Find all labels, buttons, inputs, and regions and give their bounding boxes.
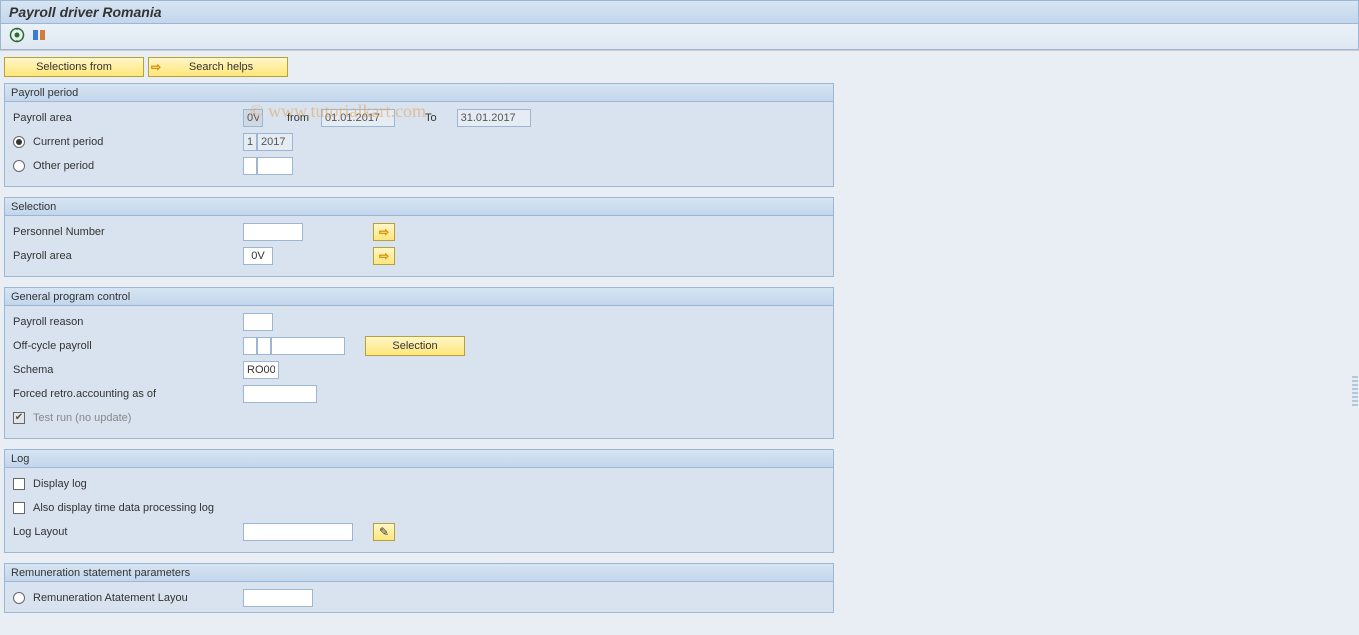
remun-layout-option[interactable]: Remuneration Atatement Layou [13,592,243,604]
group-payroll-period: Payroll period Payroll area from To Curr… [4,83,834,187]
schema-input[interactable] [243,361,279,379]
arrow-right-icon: ⇨ [379,249,389,263]
current-period-year [257,133,293,151]
group-log: Log Display log Also display time data p… [4,449,834,553]
payroll-reason-label: Payroll reason [13,316,243,328]
other-period-radio[interactable] [13,160,25,172]
personnel-number-label: Personnel Number [13,226,243,238]
log-layout-input[interactable] [243,523,353,541]
also-display-checkbox[interactable] [13,502,25,514]
display-log-checkbox[interactable] [13,478,25,490]
execute-icon[interactable] [9,27,25,46]
search-helps-label: Search helps [161,61,281,73]
remun-layout-input[interactable] [243,589,313,607]
search-helps-button[interactable]: ⇨ Search helps [148,57,288,77]
personnel-number-input[interactable] [243,223,303,241]
schema-label: Schema [13,364,243,376]
log-layout-edit-button[interactable]: ✎ [373,523,395,541]
scroll-grip[interactable] [1352,376,1358,406]
content-area: © www.tutorialkart.com Selections from ⇨… [0,51,1359,635]
selection-payroll-area-input[interactable] [243,247,273,265]
payroll-area-label: Payroll area [13,112,243,124]
remuneration-header-label: Remuneration statement parameters [11,567,190,579]
app-toolbar [0,24,1359,50]
remun-layout-label: Remuneration Atatement Layou [33,592,188,604]
log-header-label: Log [11,453,29,465]
payroll-area-input[interactable] [243,109,263,127]
offcycle-input-2[interactable] [257,337,271,355]
offcycle-input-3[interactable] [271,337,345,355]
group-header-payroll-period: Payroll period [5,84,833,102]
payroll-period-header-label: Payroll period [11,87,78,99]
selection-header-label: Selection [11,201,56,213]
other-period-option[interactable]: Other period [13,160,243,172]
group-general: General program control Payroll reason O… [4,287,834,439]
offcycle-selection-button[interactable]: Selection [365,336,465,356]
other-period-year[interactable] [257,157,293,175]
from-date-input [321,109,395,127]
offcycle-label: Off-cycle payroll [13,340,243,352]
log-layout-label: Log Layout [13,526,243,538]
current-period-label: Current period [33,136,103,148]
page-title-bar: Payroll driver Romania [0,0,1359,24]
current-period-radio[interactable] [13,136,25,148]
to-date-input [457,109,531,127]
forced-retro-label: Forced retro.accounting as of [13,388,243,400]
forced-retro-input[interactable] [243,385,317,403]
other-period-num[interactable] [243,157,257,175]
test-run-label: Test run (no update) [33,412,131,424]
current-period-num [243,133,257,151]
display-log-option[interactable]: Display log [13,478,243,490]
remun-layout-radio[interactable] [13,592,25,604]
group-header-log: Log [5,450,833,468]
general-header-label: General program control [11,291,130,303]
group-selection: Selection Personnel Number ⇨ Payroll are… [4,197,834,277]
page-title: Payroll driver Romania [9,4,162,20]
to-label: To [425,112,437,124]
pencil-icon: ✎ [379,525,389,539]
action-row: Selections from ⇨ Search helps [4,57,1355,77]
other-period-label: Other period [33,160,94,172]
group-header-remuneration: Remuneration statement parameters [5,564,833,582]
payroll-area-multi-button[interactable]: ⇨ [373,247,395,265]
from-label: from [287,112,309,124]
group-remuneration: Remuneration statement parameters Remune… [4,563,834,613]
personnel-number-multi-button[interactable]: ⇨ [373,223,395,241]
group-header-selection: Selection [5,198,833,216]
test-run-checkbox [13,412,25,424]
also-display-option[interactable]: Also display time data processing log [13,502,413,514]
selections-from-label: Selections from [36,61,112,73]
arrow-right-icon: ⇨ [379,225,389,239]
variant-icon[interactable] [31,27,47,46]
selections-from-button[interactable]: Selections from [4,57,144,77]
offcycle-input-1[interactable] [243,337,257,355]
selection-payroll-area-label: Payroll area [13,250,243,262]
display-log-label: Display log [33,478,87,490]
payroll-reason-input[interactable] [243,313,273,331]
test-run-option: Test run (no update) [13,412,243,424]
arrow-right-icon: ⇨ [151,60,161,74]
group-header-general: General program control [5,288,833,306]
also-display-label: Also display time data processing log [33,502,214,514]
offcycle-selection-label: Selection [392,340,437,352]
current-period-option[interactable]: Current period [13,136,243,148]
